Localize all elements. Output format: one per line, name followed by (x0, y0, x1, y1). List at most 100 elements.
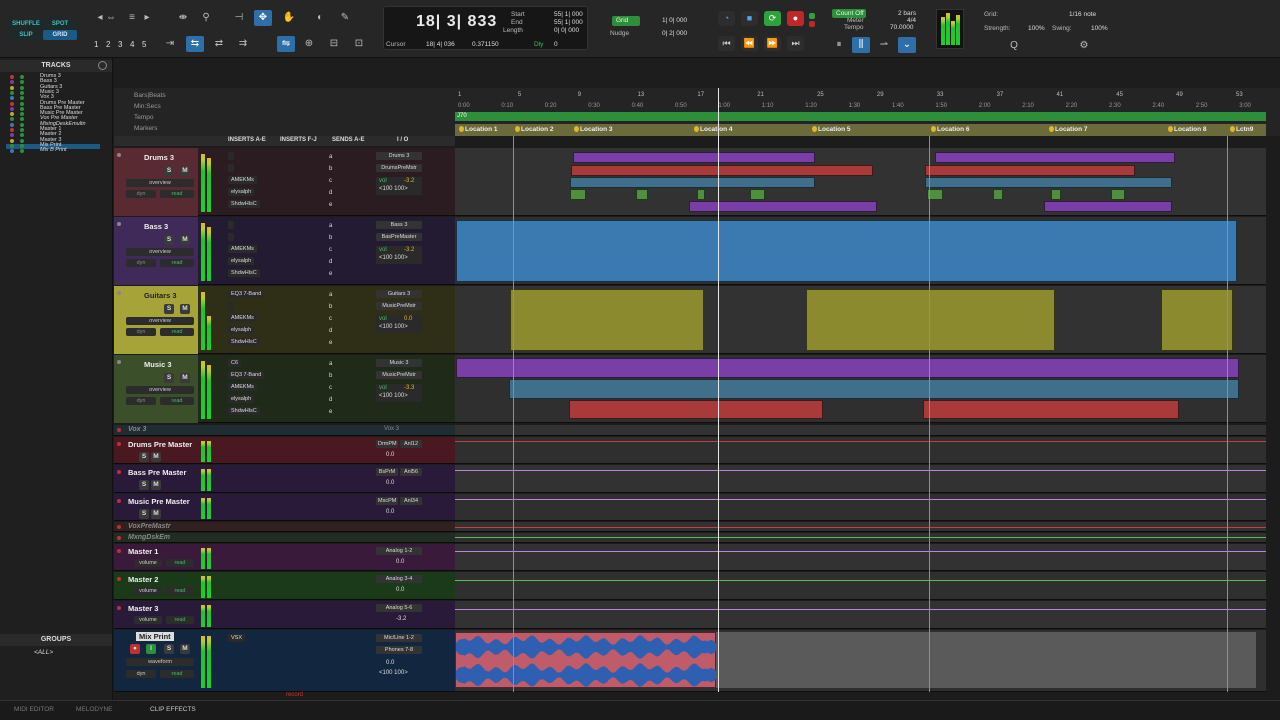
insert-slot-b[interactable] (228, 233, 234, 241)
return-to-zero-icon[interactable]: ⏮ (718, 36, 735, 51)
insert-slot-b[interactable]: EQ3 7-Band (228, 371, 265, 379)
link-timeline-icon[interactable]: ⇄ (210, 36, 228, 52)
tempo-marker[interactable]: J70 (457, 113, 467, 119)
insert-slot-c[interactable]: AMEKMs (228, 245, 257, 253)
tracks-menu-icon[interactable] (98, 61, 107, 70)
send-slot-b[interactable]: b (329, 235, 332, 241)
automation-mode-selector[interactable]: read (160, 259, 194, 267)
send-slot-e[interactable]: e (329, 202, 332, 208)
send-slot-a[interactable]: a (329, 292, 332, 298)
aux-track-name[interactable]: Master 1 (128, 547, 158, 556)
conductor-icon[interactable]: ⫼ (852, 37, 870, 53)
automation-mode-selector[interactable]: read (160, 670, 194, 678)
dyn-selector[interactable]: dyn (126, 190, 156, 198)
strength-value[interactable]: 100% (1028, 25, 1045, 32)
send-slot-b[interactable]: b (329, 166, 332, 172)
send-slot-c[interactable]: c (329, 178, 332, 184)
track-output[interactable]: MusicPreMstr (376, 371, 422, 379)
track-lane[interactable] (455, 425, 1266, 436)
sidebar-track-item[interactable]: Mix B Print (6, 147, 100, 154)
mirror-midi-icon[interactable]: ⇋ (277, 36, 295, 52)
track-show-icon[interactable] (20, 106, 24, 111)
aux-track-name[interactable]: MxngDskEm (128, 534, 170, 541)
audio-clip[interactable] (509, 379, 1239, 399)
aux-output[interactable]: Analog 1-2 (376, 547, 422, 555)
automation-mode-selector[interactable]: read (160, 397, 194, 405)
location-marker-4[interactable]: Location 4 (694, 125, 733, 134)
track-show-icon[interactable] (20, 133, 24, 138)
aux-view-selector[interactable]: volume (134, 616, 162, 624)
audio-clip[interactable] (925, 177, 1172, 188)
aux-volume[interactable]: 0.0 (396, 559, 404, 565)
zoom-tool-icon[interactable]: ⚲ (197, 10, 215, 26)
pan-value[interactable]: <100 100> (379, 255, 408, 261)
track-output[interactable]: Phones 7-8 (376, 646, 422, 654)
insert-slot-a[interactable]: VSX (228, 634, 246, 642)
aux-volume[interactable]: 0.0 (386, 509, 394, 515)
tab-to-transient-icon[interactable]: ⇆ (186, 36, 204, 52)
volume-value[interactable]: -3.2 (404, 247, 414, 253)
send-slot-b[interactable]: b (329, 373, 332, 379)
audio-clip[interactable] (570, 189, 586, 200)
aux-select-icon[interactable] (117, 577, 121, 581)
aux-output[interactable]: Anl12 (400, 440, 422, 448)
track-show-icon[interactable] (20, 96, 24, 101)
mix-volume[interactable]: 0.0 (386, 660, 394, 666)
audio-clip[interactable] (456, 220, 1237, 282)
aux-input[interactable]: BsPrM (376, 468, 398, 476)
audio-clip[interactable] (1161, 289, 1233, 351)
track-show-icon[interactable] (20, 143, 24, 148)
send-slot-a[interactable]: a (329, 154, 332, 160)
fast-forward-icon[interactable]: ⏩ (764, 36, 781, 51)
track-select-icon[interactable] (117, 222, 121, 226)
playhead-cursor[interactable] (718, 88, 719, 692)
aux-track-name[interactable]: VoxPreMastr (128, 523, 171, 530)
track-input[interactable]: Music 3 (376, 359, 422, 367)
send-slot-c[interactable]: c (329, 316, 332, 322)
insert-slot-b[interactable] (228, 164, 234, 172)
spot-mode-button[interactable]: SPOT (43, 19, 77, 29)
zoom-preset-5[interactable]: 5 (142, 40, 146, 49)
insert-slot-c[interactable]: AMEKMs (228, 314, 257, 322)
clip-effects-tab[interactable]: CLIP EFFECTS (150, 706, 196, 713)
nudge-label[interactable]: Nudge (610, 30, 629, 37)
dyn-selector[interactable]: dyn (126, 259, 156, 267)
aux-io[interactable]: Vox 3 (384, 426, 399, 432)
location-marker-2[interactable]: Location 2 (515, 125, 554, 134)
send-slot-d[interactable]: d (329, 190, 332, 196)
waveform-zoom-icon[interactable]: ⇔ (102, 10, 120, 26)
record-arm-button[interactable]: ● (130, 644, 140, 654)
pan-value[interactable]: <100 100> (379, 324, 408, 330)
volume-pan-box[interactable]: vol 0.0 <100 100> (376, 315, 422, 333)
audio-clip[interactable] (510, 289, 704, 351)
aux-auto-selector[interactable]: read (166, 587, 194, 595)
location-marker-6[interactable]: Location 6 (931, 125, 970, 134)
insert-slot-d[interactable]: elysalph (228, 188, 255, 196)
track-view-selector[interactable]: overview (126, 248, 194, 256)
nudge-value[interactable]: 0| 2| 000 (662, 30, 687, 37)
aux-select-icon[interactable] (117, 606, 121, 610)
commands-focus-icon[interactable]: ⊡ (350, 36, 368, 52)
insert-slot-a[interactable] (228, 152, 234, 160)
grid-mode-button[interactable]: GRID (43, 30, 77, 40)
automation-mode-selector[interactable]: read (160, 190, 194, 198)
location-marker-7[interactable]: Location 7 (1049, 125, 1088, 134)
audio-clip[interactable] (923, 400, 1179, 419)
send-slot-d[interactable]: d (329, 397, 332, 403)
track-input[interactable]: Drums 3 (376, 152, 422, 160)
automation-mode-selector[interactable]: read (160, 328, 194, 336)
track-show-icon[interactable] (20, 122, 24, 127)
meter-label[interactable]: Meter (847, 17, 864, 24)
mute-button[interactable]: M (180, 166, 190, 176)
insert-slot-b[interactable] (228, 302, 234, 310)
send-slot-d[interactable]: d (329, 328, 332, 334)
track-view-selector[interactable]: waveform (126, 658, 194, 666)
aux-track-name[interactable]: Vox 3 (128, 426, 146, 433)
aux-track-name[interactable]: Drums Pre Master (128, 440, 192, 449)
grid-value[interactable]: 1| 0| 000 (662, 17, 687, 24)
zoom-preset-1[interactable]: 1 (94, 40, 98, 49)
tempo-lane[interactable] (455, 112, 1266, 121)
scrubber-tool-icon[interactable]: ◖ (310, 10, 328, 26)
send-slot-a[interactable]: a (329, 361, 332, 367)
universe-strip[interactable] (114, 58, 1280, 88)
